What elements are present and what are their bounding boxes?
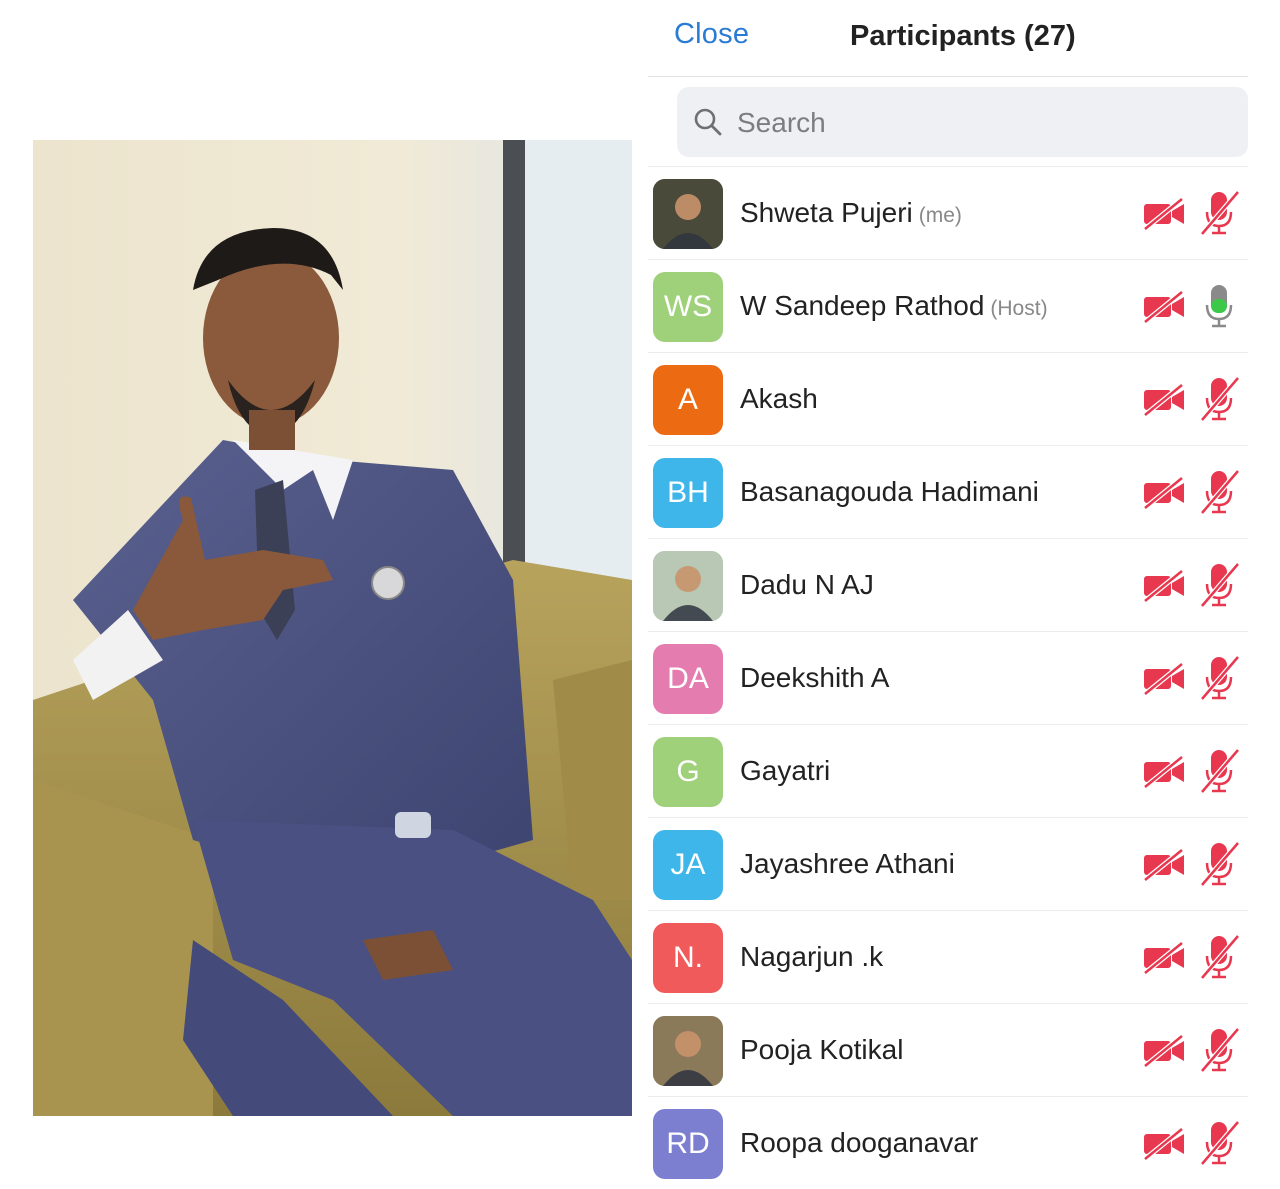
profile-photo-icon: [653, 179, 723, 249]
participant-name-text: Jayashree Athani: [740, 848, 955, 879]
participant-list: Shweta Pujeri (me) WS W Sandeep Rathod (Host…: [648, 166, 1248, 1189]
profile-photo-icon: [653, 551, 723, 621]
avatar: N.: [653, 923, 723, 993]
video-off-icon[interactable]: [1142, 1127, 1186, 1161]
person-photo-illustration: [33, 140, 632, 1116]
video-off-icon[interactable]: [1142, 476, 1186, 510]
search-bar[interactable]: [677, 87, 1248, 157]
avatar: G: [653, 737, 723, 807]
participant-name: Jayashree Athani: [740, 848, 955, 880]
video-off-icon[interactable]: [1142, 569, 1186, 603]
mic-muted-icon[interactable]: [1198, 748, 1240, 794]
participant-role-tag: (Host): [990, 297, 1048, 320]
participant-row[interactable]: RD Roopa dooganavar: [648, 1096, 1248, 1189]
participant-name-text: Basanagouda Hadimani: [740, 476, 1039, 507]
participant-name: Pooja Kotikal: [740, 1034, 903, 1066]
participant-name-text: Dadu N AJ: [740, 569, 874, 600]
participant-name-text: Roopa dooganavar: [740, 1127, 979, 1158]
profile-photo-icon: [653, 1016, 723, 1086]
participant-name: Roopa dooganavar: [740, 1127, 978, 1159]
avatar: BH: [653, 458, 723, 528]
mic-muted-icon[interactable]: [1198, 934, 1240, 980]
participant-name-text: Akash: [740, 383, 818, 414]
participant-name-text: Pooja Kotikal: [740, 1034, 904, 1065]
participant-row[interactable]: A Akash: [648, 352, 1248, 445]
participant-name-text: Gayatri: [740, 755, 831, 786]
mic-muted-icon[interactable]: [1198, 655, 1240, 701]
mic-muted-icon[interactable]: [1198, 1027, 1240, 1073]
panel-title: Participants (27): [850, 20, 1076, 52]
participant-role-tag: (me): [918, 204, 962, 227]
avatar: DA: [653, 644, 723, 714]
participant-name: W Sandeep Rathod (Host): [740, 290, 1048, 322]
video-off-icon[interactable]: [1142, 755, 1186, 789]
video-off-icon[interactable]: [1142, 941, 1186, 975]
avatar: [653, 551, 723, 621]
participant-name-text: W Sandeep Rathod: [740, 290, 985, 321]
participant-row[interactable]: G Gayatri: [648, 724, 1248, 817]
mic-muted-icon[interactable]: [1198, 190, 1240, 236]
video-off-icon[interactable]: [1142, 197, 1186, 231]
panel-header: Close Participants (27): [648, 0, 1248, 77]
participant-row[interactable]: Dadu N AJ: [648, 538, 1248, 631]
participant-name: Nagarjun .k: [740, 941, 883, 973]
mic-muted-icon[interactable]: [1198, 1120, 1240, 1166]
video-off-icon[interactable]: [1142, 383, 1186, 417]
search-input[interactable]: [735, 97, 1219, 149]
video-off-icon[interactable]: [1142, 848, 1186, 882]
participant-name: Dadu N AJ: [740, 569, 874, 601]
video-off-icon[interactable]: [1142, 290, 1186, 324]
avatar: WS: [653, 272, 723, 342]
participant-name: Gayatri: [740, 755, 830, 787]
search-icon: [694, 108, 722, 136]
participant-row[interactable]: WS W Sandeep Rathod (Host): [648, 259, 1248, 352]
shared-photo: [33, 140, 632, 1116]
avatar: A: [653, 365, 723, 435]
participant-name-text: Nagarjun .k: [740, 941, 884, 972]
participant-row[interactable]: Shweta Pujeri (me): [648, 166, 1248, 259]
video-off-icon[interactable]: [1142, 1034, 1186, 1068]
mic-muted-icon[interactable]: [1198, 376, 1240, 422]
participant-row[interactable]: Pooja Kotikal: [648, 1003, 1248, 1096]
participant-name: Shweta Pujeri (me): [740, 197, 962, 229]
mic-muted-icon[interactable]: [1198, 562, 1240, 608]
participant-name: Basanagouda Hadimani: [740, 476, 1039, 508]
participant-name: Akash: [740, 383, 818, 415]
mic-muted-icon[interactable]: [1198, 841, 1240, 887]
participant-row[interactable]: N. Nagarjun .k: [648, 910, 1248, 1003]
participant-name-text: Shweta Pujeri: [740, 197, 913, 228]
participant-name: Deekshith A: [740, 662, 889, 694]
mic-on-icon[interactable]: [1198, 283, 1240, 329]
participant-name-text: Deekshith A: [740, 662, 890, 693]
participants-panel: Close Participants (27) Shweta Pujeri(me…: [648, 0, 1248, 1179]
mic-muted-icon[interactable]: [1198, 469, 1240, 515]
participant-row[interactable]: JA Jayashree Athani: [648, 817, 1248, 910]
close-button[interactable]: Close: [674, 18, 749, 51]
avatar: [653, 1016, 723, 1086]
avatar: [653, 179, 723, 249]
avatar: RD: [653, 1109, 723, 1179]
participant-row[interactable]: BH Basanagouda Hadimani: [648, 445, 1248, 538]
avatar: JA: [653, 830, 723, 900]
participant-row[interactable]: DA Deekshith A: [648, 631, 1248, 724]
video-off-icon[interactable]: [1142, 662, 1186, 696]
